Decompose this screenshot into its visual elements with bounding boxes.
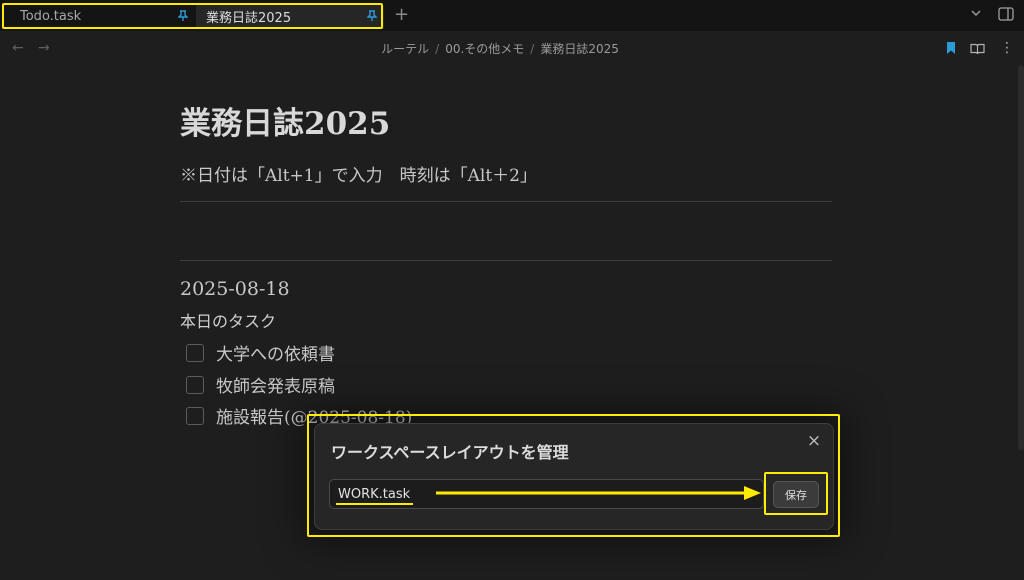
task-checkbox[interactable]: [186, 375, 204, 394]
page-title[interactable]: 業務日誌2025: [180, 98, 390, 143]
chevron-down-icon[interactable]: [970, 8, 982, 18]
workspace-layout-dialog: ワークスペースレイアウトを管理 × 保存: [314, 423, 834, 530]
date-heading[interactable]: 2025-08-18: [180, 278, 290, 300]
bookmark-icon[interactable]: [946, 42, 956, 54]
close-button[interactable]: ×: [805, 431, 823, 451]
breadcrumb-item[interactable]: ルーテル: [381, 42, 429, 56]
tab-label: Todo.task: [20, 8, 82, 24]
task-label[interactable]: 大学への依頼書: [216, 340, 335, 365]
task-item: 牧師会発表原稿: [186, 372, 335, 397]
task-item: 大学への依頼書: [186, 340, 335, 365]
task-label[interactable]: 牧師会発表原稿: [216, 372, 335, 397]
breadcrumb: ルーテル / 00.その他メモ / 業務日誌2025: [0, 40, 1000, 57]
book-open-icon[interactable]: [970, 43, 985, 55]
dialog-title: ワークスペースレイアウトを管理: [331, 443, 569, 462]
breadcrumb-separator: /: [530, 42, 535, 56]
pin-icon[interactable]: [178, 10, 188, 22]
breadcrumb-item[interactable]: 業務日誌2025: [540, 42, 619, 56]
new-tab-button[interactable]: +: [394, 4, 409, 26]
task-checkbox[interactable]: [186, 343, 204, 362]
pin-icon[interactable]: [367, 10, 377, 22]
tasks-heading[interactable]: 本日のタスク: [180, 308, 276, 332]
breadcrumb-separator: /: [435, 42, 440, 56]
breadcrumb-item[interactable]: 00.その他メモ: [445, 42, 524, 56]
editor-scrollbar[interactable]: [1018, 65, 1024, 450]
save-button[interactable]: 保存: [773, 481, 819, 508]
sidebar-right-icon[interactable]: [998, 7, 1014, 21]
horizontal-rule: [180, 260, 832, 261]
shortcut-note[interactable]: ※日付は「Alt+1」で入力 時刻は「Alt＋2」: [180, 161, 537, 186]
horizontal-rule: [180, 201, 832, 202]
tab-bar: Todo.task 業務日誌2025 +: [0, 0, 1024, 31]
more-options-icon[interactable]: ⋮: [1000, 40, 1014, 56]
tab-todo-task[interactable]: Todo.task: [0, 3, 196, 29]
annotation-input-underline: [336, 503, 413, 505]
tab-gyomu-nisshi[interactable]: 業務日誌2025: [196, 3, 384, 29]
tab-label: 業務日誌2025: [206, 10, 292, 26]
annotation-arrow-icon: [436, 486, 761, 500]
task-checkbox[interactable]: [186, 406, 204, 425]
view-header: ← → ルーテル/00.その他メモ / 業務日誌2025 ⋮: [0, 31, 1024, 65]
